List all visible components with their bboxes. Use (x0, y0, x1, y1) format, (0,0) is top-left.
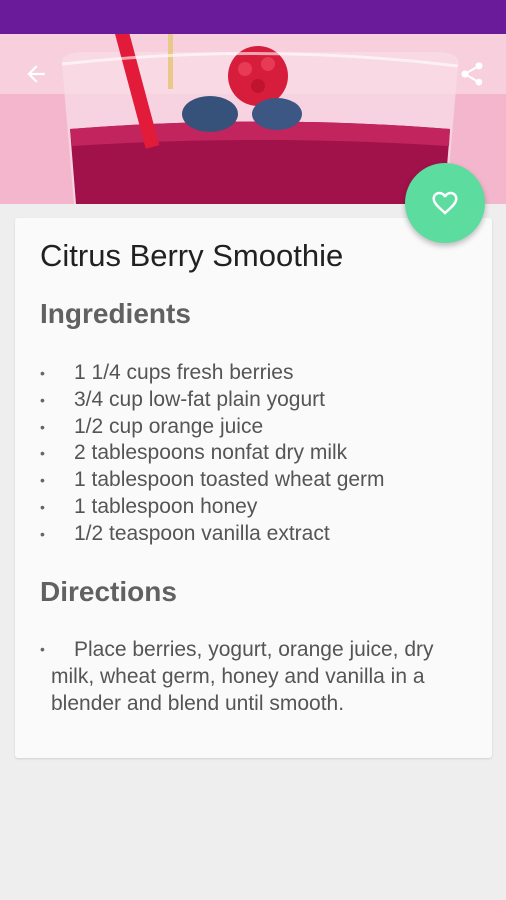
ingredient-item: 1 tablespoon honey (40, 494, 385, 521)
ingredient-item: 1 1/4 cups fresh berries (40, 360, 385, 387)
back-button[interactable] (18, 56, 54, 92)
ingredient-item: 1/2 cup orange juice (40, 414, 385, 441)
share-icon (461, 62, 483, 86)
ingredients-heading: Ingredients (40, 298, 191, 329)
direction-step-text: Place berries, yogurt, orange juice, dry… (51, 638, 434, 715)
recipe-title: Citrus Berry Smoothie (40, 238, 344, 273)
direction-step: Place berries, yogurt, orange juice, dry… (40, 636, 470, 717)
ingredient-item: 3/4 cup low-fat plain yogurt (40, 387, 385, 414)
share-button[interactable] (454, 56, 490, 92)
ingredient-item: 1 tablespoon toasted wheat germ (40, 467, 385, 494)
status-bar (0, 0, 506, 34)
ingredient-item: 2 tablespoons nonfat dry milk (40, 440, 385, 467)
ingredients-list: 1 1/4 cups fresh berries 3/4 cup low-fat… (40, 360, 385, 548)
directions-list: Place berries, yogurt, orange juice, dry… (40, 636, 470, 717)
ingredient-item: 1/2 teaspoon vanilla extract (40, 521, 385, 548)
directions-heading: Directions (40, 576, 177, 607)
arrow-left-icon (27, 65, 45, 83)
favorite-button[interactable] (405, 163, 485, 243)
heart-outline-icon (432, 191, 458, 215)
